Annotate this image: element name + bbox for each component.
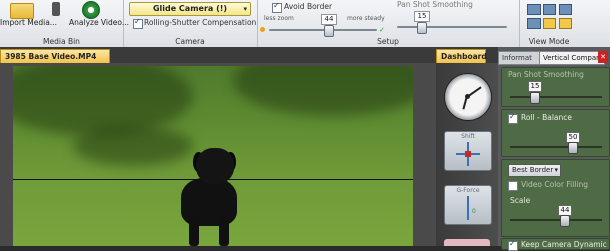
gforce-value: 0	[472, 208, 476, 215]
zoom-value: 44	[321, 14, 337, 25]
shift-gauge: Shift	[444, 131, 492, 171]
settings-panel: Informat Vertical Compare ✕ Pan Shot Smo…	[498, 47, 610, 251]
media-bin-group-label: Media Bin	[43, 37, 80, 46]
border-mode-value: Best Border	[512, 166, 554, 174]
tree-shadow	[13, 66, 193, 136]
pan-smoothing-title: Pan Shot Smoothing	[508, 70, 584, 79]
more-steady-label: more steady	[347, 15, 385, 22]
import-media-button[interactable]: Import Media...	[0, 18, 57, 27]
dashboard-gauge-partial	[444, 239, 490, 246]
clock-center	[465, 94, 470, 99]
camera-group: Glide Camera (!) ▾ Rolling-Shutter Compe…	[123, 0, 258, 47]
pan-smoothing-label: Pan Shot Smoothing	[397, 0, 473, 9]
video-color-filling-checkbox[interactable]	[508, 181, 518, 191]
view-mode-icon-3[interactable]	[543, 4, 556, 15]
camera-preset-value: Glide Camera (!)	[152, 4, 228, 13]
camera-group-label: Camera	[175, 37, 205, 46]
view-mode-group-label: View Mode	[528, 37, 570, 46]
video-preview[interactable]	[13, 66, 413, 246]
rolling-shutter-checkbox[interactable]	[133, 17, 143, 29]
dog-leg	[219, 216, 229, 246]
chevron-down-icon: ▾	[554, 166, 558, 174]
chevron-down-icon: ▾	[243, 5, 247, 13]
video-color-filling-label: Video Color Filling	[521, 180, 588, 189]
gforce-label: G-Force	[456, 187, 480, 194]
pan-smoothing-value: 15	[414, 11, 430, 22]
tree-shadow	[233, 66, 413, 116]
view-mode-group: View Mode	[519, 0, 579, 47]
media-bin-group: Import Media... Analyze Video... Media B…	[0, 0, 129, 47]
analyze-video-button[interactable]: Analyze Video...	[69, 18, 129, 27]
tab-dashboard[interactable]: Dashboard	[436, 49, 487, 64]
view-mode-icon-6[interactable]	[559, 18, 572, 29]
tab-video-file[interactable]: 3985 Base Video.MP4	[0, 49, 110, 64]
roll-balance-checkbox[interactable]	[508, 112, 518, 124]
ribbon: Import Media... Analyze Video... Media B…	[0, 0, 610, 48]
setup-group-label: Setup	[377, 37, 399, 46]
clock-gauge	[444, 73, 492, 121]
tree-shadow	[73, 126, 193, 166]
gforce-bar-icon	[467, 196, 469, 220]
shift-label: Shift	[461, 133, 475, 140]
keep-camera-section: Keep Camera Dynamic	[501, 238, 610, 251]
roll-balance-section: Roll - Balance 50	[501, 109, 610, 157]
avoid-border-checkbox[interactable]	[272, 1, 282, 13]
check-icon: ✓	[379, 26, 385, 34]
video-panel	[0, 63, 436, 246]
zoom-slider-track[interactable]	[269, 29, 377, 31]
scale-label: Scale	[510, 196, 531, 205]
pan-smoothing-track[interactable]	[397, 26, 507, 28]
close-icon[interactable]: ✕	[598, 51, 608, 63]
pan-smoothing-track[interactable]	[510, 96, 602, 98]
view-mode-icon-5[interactable]	[559, 4, 572, 15]
tab-vertical-compare[interactable]: Vertical Compare	[539, 51, 605, 65]
shift-marker	[465, 151, 471, 157]
scale-track[interactable]	[510, 219, 602, 221]
pan-smoothing-value: 15	[528, 81, 542, 92]
roll-balance-thumb[interactable]	[568, 142, 578, 154]
dog-leg	[189, 216, 199, 246]
zoom-warning-icon	[260, 27, 265, 32]
zoom-slider-thumb[interactable]	[324, 25, 334, 37]
view-mode-icon-2[interactable]	[527, 18, 541, 29]
import-scroll-arrow[interactable]	[52, 2, 60, 16]
scale-thumb[interactable]	[560, 215, 570, 227]
dashboard-panel: Shift G-Force 0	[436, 63, 498, 246]
view-mode-icon-4[interactable]	[543, 18, 556, 29]
avoid-border-label: Avoid Border	[284, 2, 333, 11]
border-mode-select[interactable]: Best Border ▾	[508, 164, 561, 177]
roll-balance-track[interactable]	[510, 146, 602, 148]
roll-balance-label: Roll - Balance	[521, 113, 573, 122]
import-media-icon[interactable]	[10, 3, 34, 19]
setup-group: Avoid Border less zoom more steady 44 ✓ …	[257, 0, 520, 47]
border-section: Best Border ▾ Video Color Filling Scale …	[501, 159, 610, 237]
view-mode-icon-1[interactable]	[527, 4, 541, 15]
pan-smoothing-thumb[interactable]	[417, 22, 427, 34]
keep-camera-label: Keep Camera Dynamic	[521, 240, 607, 249]
dog-head	[196, 148, 234, 184]
camera-preset-dropdown[interactable]: Glide Camera (!) ▾	[129, 2, 251, 16]
pan-smoothing-thumb[interactable]	[530, 92, 540, 104]
less-zoom-label: less zoom	[264, 15, 294, 22]
pan-smoothing-section: Pan Shot Smoothing 15	[501, 67, 610, 107]
rolling-shutter-label: Rolling-Shutter Compensation	[144, 18, 257, 27]
keep-camera-checkbox[interactable]	[508, 239, 518, 251]
gforce-gauge: G-Force 0	[444, 185, 492, 225]
analyze-video-icon[interactable]	[82, 1, 100, 19]
